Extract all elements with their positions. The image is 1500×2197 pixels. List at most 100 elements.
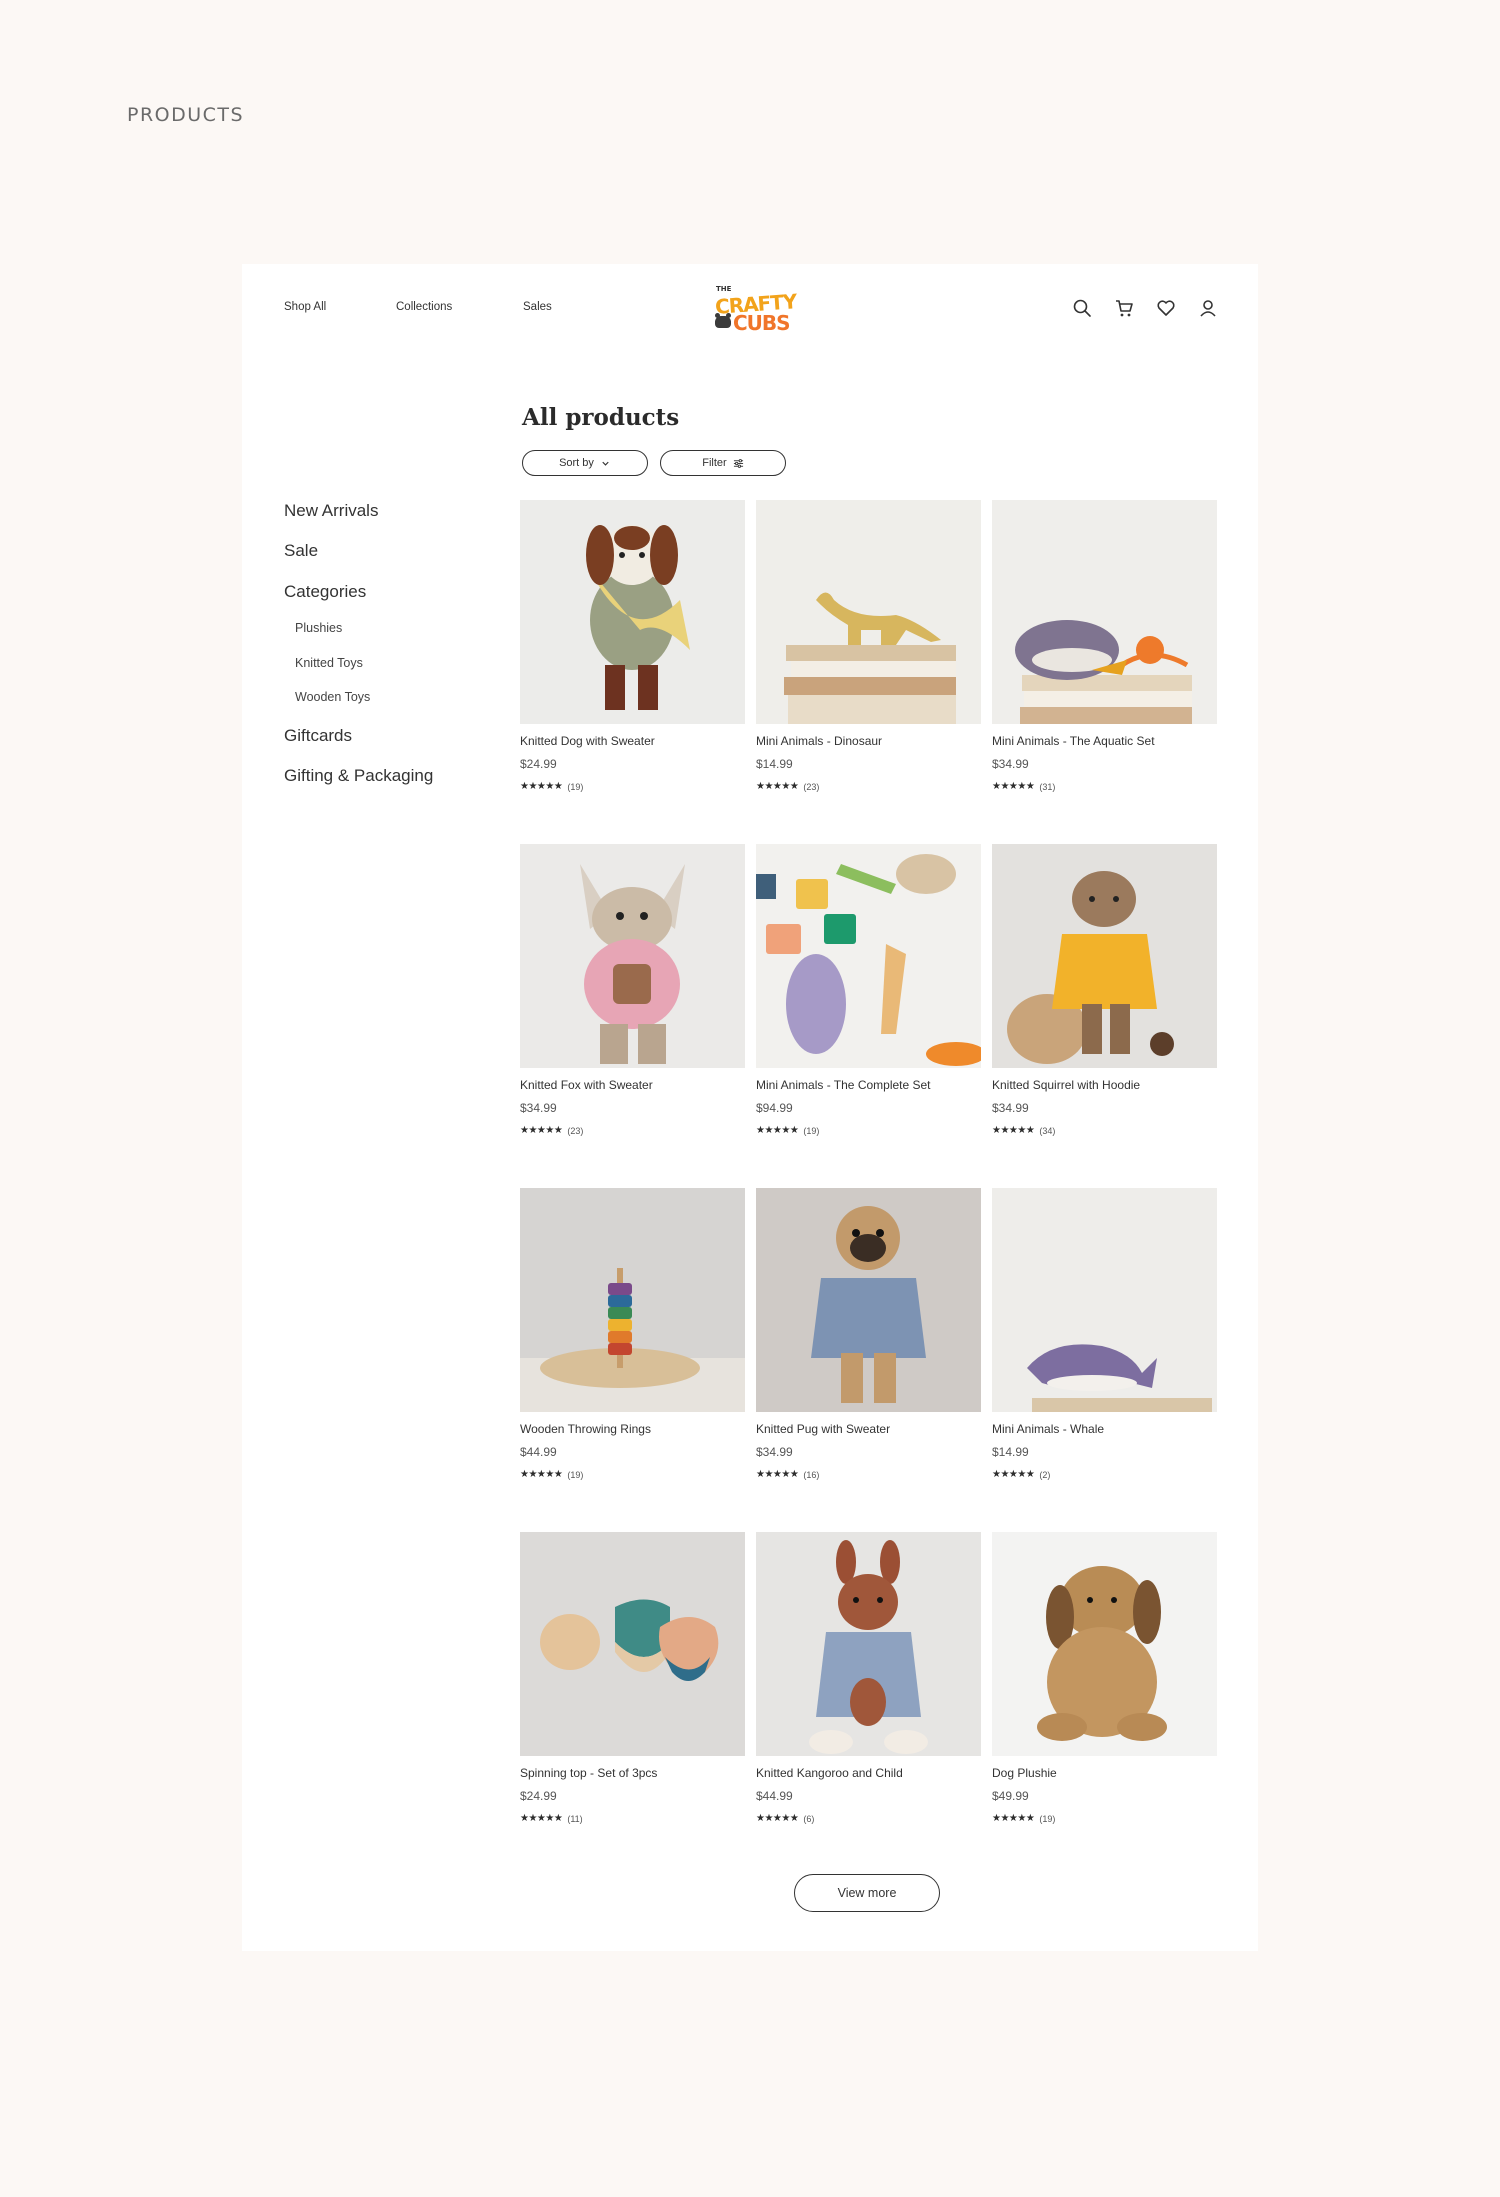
review-count: (19) [803,1125,820,1136]
product-rating: ★★★★★ (2) [992,1469,1050,1480]
product-image-dog-plushie[interactable] [992,1532,1217,1756]
logo-cubs: CUBS [733,311,791,335]
product-name[interactable]: Knitted Fox with Sweater [520,1078,653,1092]
product-rating: ★★★★★ (19) [756,1125,819,1136]
star-icons: ★★★★★ [520,1469,563,1480]
product-card[interactable]: Knitted Dog with Sweater $24.99 ★★★★★ (1… [520,500,745,800]
search-icon[interactable] [1071,297,1093,319]
product-card[interactable]: Mini Animals - The Aquatic Set $34.99 ★★… [992,500,1217,800]
sidebar-gifting-packaging[interactable]: Gifting & Packaging [284,766,433,786]
nav-sales[interactable]: Sales [523,301,552,313]
product-name[interactable]: Mini Animals - Whale [992,1422,1104,1436]
product-card[interactable]: Knitted Pug with Sweater $34.99 ★★★★★ (1… [756,1188,981,1488]
product-rating: ★★★★★ (34) [992,1125,1055,1136]
star-icons: ★★★★★ [992,1469,1035,1480]
review-count: (16) [803,1469,820,1480]
filter-label: Filter [702,457,727,469]
review-count: (19) [1039,1813,1056,1824]
product-name[interactable]: Knitted Pug with Sweater [756,1422,890,1436]
product-name[interactable]: Knitted Squirrel with Hoodie [992,1078,1140,1092]
brand-logo[interactable]: THE CRAFTY CUBS [714,284,797,340]
product-name[interactable]: Spinning top - Set of 3pcs [520,1766,657,1780]
product-card[interactable]: Knitted Squirrel with Hoodie $34.99 ★★★★… [992,844,1217,1144]
bear-icon [715,313,731,328]
sort-label: Sort by [559,457,594,469]
product-image-kangaroo[interactable] [756,1532,981,1756]
product-card[interactable]: Mini Animals - Whale $14.99 ★★★★★ (2) [992,1188,1217,1488]
review-count: (19) [567,1469,584,1480]
product-image-knitted-dog[interactable] [520,500,745,724]
review-count: (2) [1039,1469,1051,1480]
product-image-knitted-pug[interactable] [756,1188,981,1412]
product-card[interactable]: Dog Plushie $49.99 ★★★★★ (19) [992,1532,1217,1832]
review-count: (34) [1039,1125,1056,1136]
sidebar-knitted-toys[interactable]: Knitted Toys [295,656,363,670]
product-rating: ★★★★★ (31) [992,781,1055,792]
product-rating: ★★★★★ (23) [756,781,819,792]
sort-button[interactable]: Sort by [522,450,648,476]
product-name[interactable]: Dog Plushie [992,1766,1057,1780]
product-name[interactable]: Knitted Kangoroo and Child [756,1766,903,1780]
product-price: $24.99 [520,757,557,771]
product-name[interactable]: Mini Animals - The Aquatic Set [992,734,1155,748]
review-count: (11) [567,1813,583,1824]
product-image-knitted-fox[interactable] [520,844,745,1068]
product-price: $44.99 [756,1789,793,1803]
page-title: All products [522,404,680,431]
review-count: (23) [567,1125,584,1136]
product-rating: ★★★★★ (6) [756,1813,814,1824]
product-rating: ★★★★★ (11) [520,1813,583,1824]
star-icons: ★★★★★ [756,1125,799,1136]
product-image-knitted-squirrel[interactable] [992,844,1217,1068]
product-name[interactable]: Mini Animals - The Complete Set [756,1078,931,1092]
product-image-aquatic-set[interactable] [992,500,1217,724]
product-price: $34.99 [992,1101,1029,1115]
review-count: (19) [567,781,584,792]
shop-frame: Shop All Collections Sales THE CRAFTY CU… [242,264,1258,1951]
user-icon[interactable] [1197,297,1219,319]
heart-icon[interactable] [1155,297,1177,319]
logo-the: THE [716,285,732,293]
sidebar-giftcards[interactable]: Giftcards [284,726,352,746]
product-image-dinosaur[interactable] [756,500,981,724]
filter-button[interactable]: Filter [660,450,786,476]
product-rating: ★★★★★ (19) [520,1469,583,1480]
product-image-throwing-rings[interactable] [520,1188,745,1412]
product-image-whale[interactable] [992,1188,1217,1412]
product-name[interactable]: Mini Animals - Dinosaur [756,734,882,748]
product-price: $49.99 [992,1789,1029,1803]
product-image-spinning-top[interactable] [520,1532,745,1756]
nav-shop-all[interactable]: Shop All [284,301,326,313]
page-label: PRODUCTS [127,104,245,126]
sidebar-categories[interactable]: Categories [284,582,366,602]
sidebar-wooden-toys[interactable]: Wooden Toys [295,690,370,704]
product-name[interactable]: Wooden Throwing Rings [520,1422,651,1436]
product-card[interactable]: Mini Animals - Dinosaur $14.99 ★★★★★ (23… [756,500,981,800]
product-rating: ★★★★★ (19) [520,781,583,792]
nav-collections[interactable]: Collections [396,301,452,313]
star-icons: ★★★★★ [756,781,799,792]
product-name[interactable]: Knitted Dog with Sweater [520,734,655,748]
sidebar-new-arrivals[interactable]: New Arrivals [284,501,378,521]
product-card[interactable]: Spinning top - Set of 3pcs $24.99 ★★★★★ … [520,1532,745,1832]
sidebar-plushies[interactable]: Plushies [295,621,342,635]
view-more-button[interactable]: View more [794,1874,940,1912]
product-card[interactable]: Mini Animals - The Complete Set $94.99 ★… [756,844,981,1144]
product-rating: ★★★★★ (19) [992,1813,1055,1824]
product-price: $14.99 [992,1445,1029,1459]
star-icons: ★★★★★ [756,1469,799,1480]
product-price: $14.99 [756,757,793,771]
product-image-complete-set[interactable] [756,844,981,1068]
cart-icon[interactable] [1113,297,1135,319]
star-icons: ★★★★★ [992,1813,1035,1824]
star-icons: ★★★★★ [992,781,1035,792]
product-price: $34.99 [520,1101,557,1115]
product-card[interactable]: Knitted Fox with Sweater $34.99 ★★★★★ (2… [520,844,745,1144]
star-icons: ★★★★★ [520,1813,563,1824]
product-card[interactable]: Knitted Kangoroo and Child $44.99 ★★★★★ … [756,1532,981,1832]
product-rating: ★★★★★ (16) [756,1469,819,1480]
product-price: $34.99 [992,757,1029,771]
product-card[interactable]: Wooden Throwing Rings $44.99 ★★★★★ (19) [520,1188,745,1488]
sidebar-sale[interactable]: Sale [284,541,318,561]
product-price: $94.99 [756,1101,793,1115]
